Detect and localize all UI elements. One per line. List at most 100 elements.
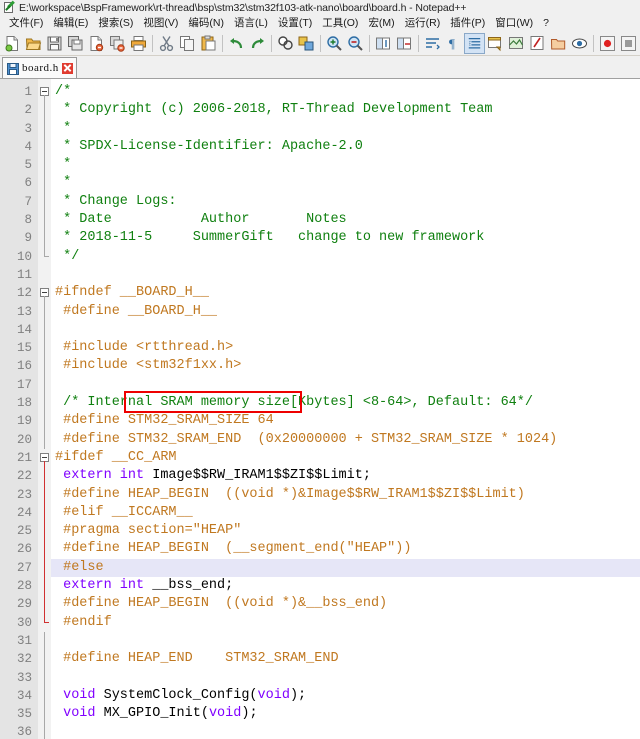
- user-defined-dialog-icon[interactable]: [485, 33, 506, 54]
- save-all-icon[interactable]: [65, 33, 86, 54]
- monitoring-icon[interactable]: [569, 33, 590, 54]
- menu-plugins[interactable]: 插件(P): [445, 15, 490, 31]
- menu-help[interactable]: ?: [538, 15, 554, 31]
- show-indent-guide-icon[interactable]: [464, 33, 485, 54]
- zoom-out-icon[interactable]: [345, 33, 366, 54]
- code-line[interactable]: void SystemClock_Config(void);: [51, 687, 640, 705]
- save-icon[interactable]: [44, 33, 65, 54]
- code-line[interactable]: * Change Logs:: [51, 193, 640, 211]
- fold-marker[interactable]: [38, 449, 51, 467]
- code-line[interactable]: [51, 376, 640, 394]
- fold-marker[interactable]: [38, 284, 51, 302]
- code-line[interactable]: * Date Author Notes: [51, 211, 640, 229]
- line-number: 5: [0, 156, 37, 174]
- fold-marker: [38, 687, 51, 705]
- menu-encoding[interactable]: 编码(N): [183, 15, 229, 31]
- code-line[interactable]: [51, 321, 640, 339]
- menu-settings[interactable]: 设置(T): [273, 15, 317, 31]
- code-token: * SPDX-License-Identifier: Apache-2.0: [55, 139, 363, 154]
- menu-edit[interactable]: 编辑(E): [48, 15, 93, 31]
- menu-run[interactable]: 运行(R): [400, 15, 446, 31]
- toolbar: ¶: [0, 31, 640, 56]
- code-line[interactable]: #define HEAP_BEGIN ((void *)&Image$$RW_I…: [51, 486, 640, 504]
- code-line[interactable]: #define STM32_SRAM_SIZE 64: [51, 412, 640, 430]
- code-line[interactable]: [51, 723, 640, 739]
- code-line[interactable]: * 2018-11-5 SummerGift change to new fra…: [51, 229, 640, 247]
- code-line[interactable]: void MX_GPIO_Init(void);: [51, 705, 640, 723]
- code-line[interactable]: /*: [51, 83, 640, 101]
- open-file-icon[interactable]: [23, 33, 44, 54]
- code-line[interactable]: /* Internal SRAM memory size[Kbytes] <8-…: [51, 394, 640, 412]
- cut-icon[interactable]: [156, 33, 177, 54]
- code-line[interactable]: */: [51, 248, 640, 266]
- line-number: 17: [0, 376, 37, 394]
- line-number: 7: [0, 193, 37, 211]
- code-editor[interactable]: 1234567891011121314151617181920212223242…: [0, 79, 640, 739]
- redo-icon[interactable]: [247, 33, 268, 54]
- undo-icon[interactable]: [226, 33, 247, 54]
- new-file-icon[interactable]: [2, 33, 23, 54]
- code-line[interactable]: #include <rtthread.h>: [51, 339, 640, 357]
- code-line[interactable]: * Copyright (c) 2006-2018, RT-Thread Dev…: [51, 101, 640, 119]
- folder-workspace-icon[interactable]: [548, 33, 569, 54]
- find-icon[interactable]: [275, 33, 296, 54]
- code-line[interactable]: extern int Image$$RW_IRAM1$$ZI$$Limit;: [51, 467, 640, 485]
- record-macro-icon[interactable]: [597, 33, 618, 54]
- code-token: extern int: [55, 468, 152, 483]
- code-line[interactable]: [51, 266, 640, 284]
- code-line[interactable]: *: [51, 120, 640, 138]
- close-all-icon[interactable]: [107, 33, 128, 54]
- code-line[interactable]: #define HEAP_BEGIN (__segment_end("HEAP"…: [51, 540, 640, 558]
- code-line[interactable]: #endif: [51, 614, 640, 632]
- code-line[interactable]: #define __BOARD_H__: [51, 303, 640, 321]
- menu-file[interactable]: 文件(F): [4, 15, 48, 31]
- code-line[interactable]: *: [51, 156, 640, 174]
- tab-board-h[interactable]: board.h: [2, 57, 77, 78]
- sync-horizontal-scroll-icon[interactable]: [394, 33, 415, 54]
- code-line[interactable]: [51, 669, 640, 687]
- code-line[interactable]: #else: [51, 559, 640, 577]
- fold-marker: [38, 156, 51, 174]
- code-line[interactable]: #define HEAP_END STM32_SRAM_END: [51, 650, 640, 668]
- fold-margin[interactable]: [38, 79, 51, 739]
- close-icon[interactable]: [62, 63, 73, 74]
- code-line[interactable]: #define HEAP_BEGIN ((void *)&__bss_end): [51, 595, 640, 613]
- code-line[interactable]: * SPDX-License-Identifier: Apache-2.0: [51, 138, 640, 156]
- menu-view[interactable]: 视图(V): [138, 15, 183, 31]
- code-line[interactable]: [51, 632, 640, 650]
- function-list-icon[interactable]: [527, 33, 548, 54]
- zoom-in-icon[interactable]: [324, 33, 345, 54]
- code-token: #elif __ICCARM__: [55, 505, 193, 520]
- menu-search[interactable]: 搜索(S): [93, 15, 138, 31]
- sync-vertical-scroll-icon[interactable]: [373, 33, 394, 54]
- paste-icon[interactable]: [198, 33, 219, 54]
- fold-marker: [38, 193, 51, 211]
- menu-macro[interactable]: 宏(M): [363, 15, 399, 31]
- menu-window[interactable]: 窗口(W): [490, 15, 538, 31]
- document-map-icon[interactable]: [506, 33, 527, 54]
- code-line[interactable]: #define STM32_SRAM_END (0x20000000 + STM…: [51, 431, 640, 449]
- code-text-area[interactable]: /* * Copyright (c) 2006-2018, RT-Thread …: [51, 79, 640, 739]
- menu-language[interactable]: 语言(L): [229, 15, 273, 31]
- code-line[interactable]: #elif __ICCARM__: [51, 504, 640, 522]
- close-file-icon[interactable]: [86, 33, 107, 54]
- code-line[interactable]: #pragma section="HEAP": [51, 522, 640, 540]
- stop-macro-icon[interactable]: [618, 33, 639, 54]
- word-wrap-icon[interactable]: [422, 33, 443, 54]
- code-line[interactable]: #include <stm32f1xx.h>: [51, 357, 640, 375]
- line-number: 3: [0, 120, 37, 138]
- code-line[interactable]: #ifdef __CC_ARM: [51, 449, 640, 467]
- menu-tools[interactable]: 工具(O): [317, 15, 363, 31]
- code-line[interactable]: *: [51, 174, 640, 192]
- replace-icon[interactable]: [296, 33, 317, 54]
- copy-icon[interactable]: [177, 33, 198, 54]
- code-line[interactable]: #ifndef __BOARD_H__: [51, 284, 640, 302]
- print-icon[interactable]: [128, 33, 149, 54]
- code-token: #else: [55, 560, 104, 575]
- fold-marker[interactable]: [38, 83, 51, 101]
- line-number: 30: [0, 614, 37, 632]
- show-all-chars-icon[interactable]: ¶: [443, 33, 464, 54]
- code-line[interactable]: extern int __bss_end;: [51, 577, 640, 595]
- code-token: #define HEAP_END STM32_SRAM_END: [55, 651, 339, 666]
- notepadpp-window: E:\workspace\BspFramework\rt-thread\bsp\…: [0, 0, 640, 739]
